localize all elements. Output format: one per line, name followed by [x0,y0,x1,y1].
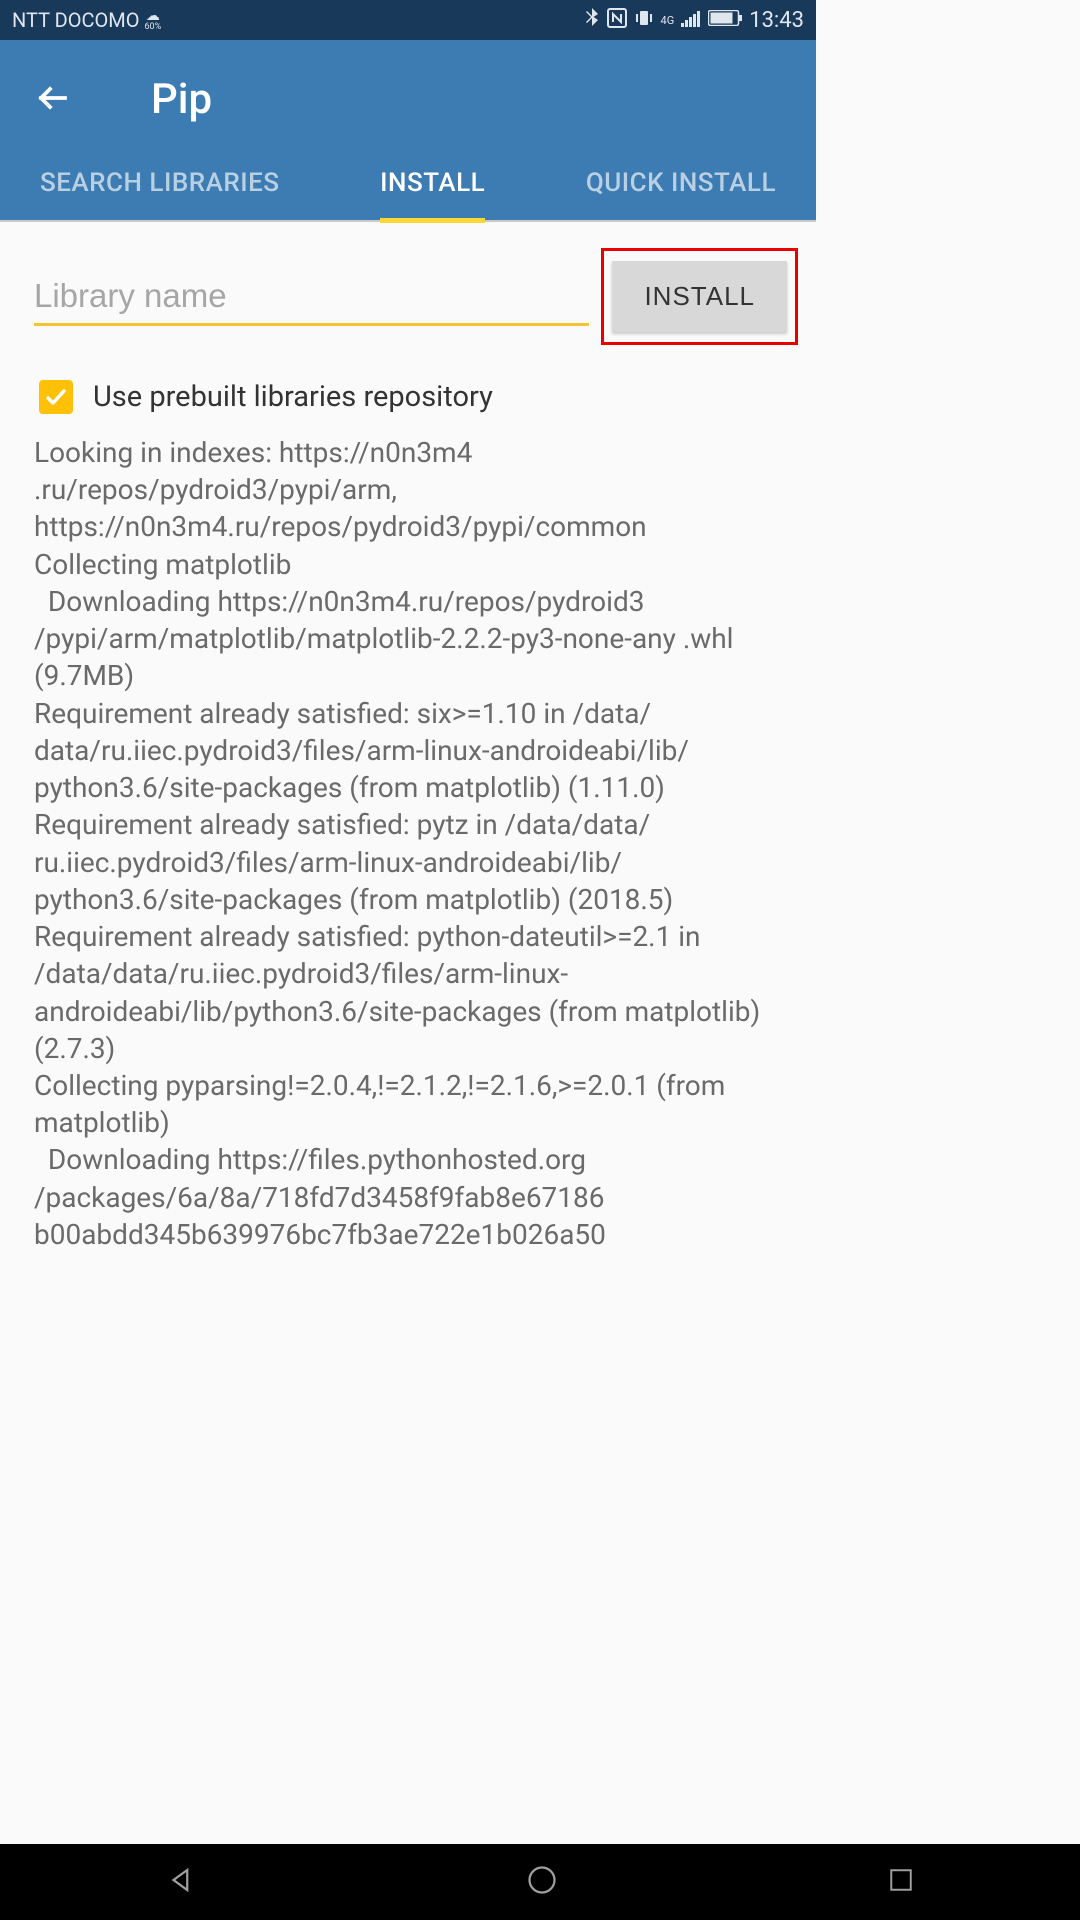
tab-install[interactable]: INSTALL [380,168,485,223]
install-log-output: Looking in indexes: https://n0n3m4 .ru/r… [34,434,782,1253]
battery-icon [708,10,742,31]
signal-type: 4G [661,15,675,26]
vibrate-icon [634,8,654,33]
nav-recent-icon[interactable] [888,1867,914,1897]
status-time: 13:43 [749,8,804,33]
nfc-icon [607,8,627,33]
status-left: NTT DOCOMO ☁ 60% [12,8,161,32]
back-arrow-icon[interactable] [35,80,71,120]
nav-back-icon[interactable] [166,1865,196,1899]
status-right: 4G 13:43 [584,8,804,33]
tab-search-libraries[interactable]: SEARCH LIBRARIES [40,168,280,223]
weather-percent: 60% [144,23,161,32]
page-title: Pip [151,75,212,124]
bluetooth-icon [584,8,600,33]
app-bar: Pip SEARCH LIBRARIES INSTALL QUICK INSTA… [0,40,816,220]
install-button[interactable]: INSTALL [612,261,787,332]
content-area: INSTALL Use prebuilt libraries repositor… [0,222,816,1253]
install-button-highlight: INSTALL [601,248,798,345]
weather-icon: ☁ 60% [144,9,161,32]
prebuilt-repo-label: Use prebuilt libraries repository [93,380,493,414]
prebuilt-repo-checkbox[interactable] [39,380,73,414]
tabs-container: SEARCH LIBRARIES INSTALL QUICK INSTALL [0,168,816,223]
status-bar: NTT DOCOMO ☁ 60% 4G 13:43 [0,0,816,40]
nav-home-icon[interactable] [527,1865,557,1899]
app-bar-top: Pip [0,75,816,124]
checkbox-row: Use prebuilt libraries repository [34,380,782,414]
input-row: INSTALL [34,250,782,345]
tab-quick-install[interactable]: QUICK INSTALL [586,168,776,223]
navigation-bar [0,1844,1080,1920]
library-name-input[interactable] [34,269,589,326]
signal-icon [681,9,701,32]
carrier-label: NTT DOCOMO [12,8,139,32]
